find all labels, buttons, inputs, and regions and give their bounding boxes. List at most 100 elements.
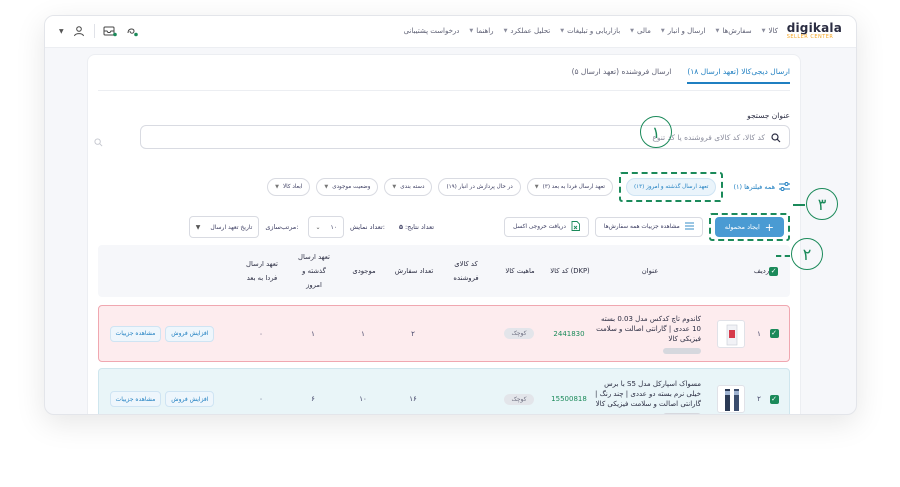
filter-chip-tomorrow[interactable]: تعهد ارسال فردا به بعد (۳) ▼ <box>526 178 613 196</box>
increase-sales-button[interactable]: افزایش فروش <box>165 325 215 342</box>
inbox-icon[interactable] <box>103 24 117 38</box>
view-details-button[interactable]: مشاهده جزییات <box>109 391 162 407</box>
past-today-count: ۶ <box>311 395 315 403</box>
filter-chip-stock-status[interactable]: وضعیت موجودی ▼ <box>316 178 379 196</box>
logo[interactable]: digikala SELLER CENTER <box>787 21 842 40</box>
nav-item-support[interactable]: درخواست پشتیبانی <box>404 27 460 35</box>
button-label: ایجاد محموله <box>724 223 760 231</box>
column-header: عنوان <box>641 267 659 275</box>
action-bar: + ایجاد محموله مشاهده جزییات همه سفارش‌ه… <box>188 213 790 241</box>
nav-item-finance[interactable]: مالی ▼ <box>630 27 651 35</box>
chevron-down-icon: ▼ <box>195 223 201 231</box>
nav-item-shipping[interactable]: ارسال و انبار ▼ <box>661 27 706 35</box>
product-title[interactable]: مسواک اسپارکل مدل S5 با برس خیلی نرم بست… <box>591 379 701 409</box>
search-icon[interactable] <box>771 128 781 147</box>
sort-select[interactable]: تاریخ تعهد ارسال ▼ <box>188 216 260 238</box>
tab-seller-shipping[interactable]: ارسال فروشنده (تعهد ارسال ۵) <box>572 67 672 84</box>
product-title-cell: مسواک اسپارکل مدل S5 با برس خیلی نرم بست… <box>591 369 701 414</box>
button-label: دریافت خروجی اکسل <box>513 224 566 230</box>
product-thumbnail-cell <box>713 369 749 414</box>
header-row-index: ردیف ✓ <box>744 245 784 297</box>
shipping-tabs: ارسال دیجی‌کالا (تعهد ارسال ۱۸) ارسال فر… <box>572 67 790 84</box>
filter-chip-dimensions[interactable]: ابعاد کالا ▼ <box>267 178 311 196</box>
search-box <box>140 125 790 149</box>
nav-item-products[interactable]: کالا ▼ <box>762 27 778 35</box>
past-today-count: ۱ <box>311 329 315 338</box>
product-nature-cell: کوچک <box>501 306 537 361</box>
product-title-cell: کاندوم تاچ کدکس مدل 0.03 بسته 10 عددی | … <box>591 306 701 361</box>
top-bar: digikala SELLER CENTER کالا ▼ سفارش‌ها ▼ ا… <box>45 16 856 48</box>
seller-code <box>443 369 487 414</box>
view-all-order-details-button[interactable]: مشاهده جزییات همه سفارش‌ها <box>594 217 703 237</box>
page-size-value: ۱۰ <box>330 223 337 231</box>
row-index: ۲ <box>757 395 761 403</box>
nav-label: ارسال و انبار <box>667 27 706 35</box>
chevron-down-icon: ▼ <box>469 28 474 34</box>
stock-count: ۱۰ <box>359 395 367 403</box>
redacted-text <box>663 413 701 414</box>
nav-label: درخواست پشتیبانی <box>403 27 460 35</box>
chevron-down-icon: ▼ <box>275 184 279 190</box>
row-checkbox[interactable]: ✓ <box>769 394 779 404</box>
sort-label: مرتب‌سازی: <box>265 223 299 231</box>
notification-icon[interactable] <box>125 24 139 38</box>
annotation-marker-2: ۲ <box>791 238 823 270</box>
nav-label: بازاریابی و تبلیغات <box>567 27 621 35</box>
chip-label: تعهد ارسال فردا به بعد (۳) <box>542 184 605 190</box>
product-thumbnail-cell <box>713 306 749 361</box>
row-actions: مشاهده جزییات افزایش فروش <box>107 369 217 414</box>
divider <box>93 24 95 38</box>
create-shipment-button[interactable]: + ایجاد محموله <box>714 217 784 237</box>
increase-sales-button[interactable]: افزایش فروش <box>165 391 215 407</box>
main-nav: کالا ▼ سفارش‌ها ▼ ارسال و انبار ▼ مالی ▼ باز… <box>404 27 778 35</box>
nature-badge: کوچک <box>504 393 534 405</box>
search-input[interactable] <box>185 132 765 142</box>
product-title[interactable]: کاندوم تاچ کدکس مدل 0.03 بسته 10 عددی | … <box>591 314 701 344</box>
product-thumbnail <box>717 319 745 348</box>
nav-item-orders[interactable]: سفارش‌ها ▼ <box>716 27 752 35</box>
annotation-marker-3: ۳ <box>806 188 838 220</box>
chevron-down-icon: ▼ <box>560 28 565 34</box>
nav-label: مالی <box>637 27 651 35</box>
dkp-code: 15500818 <box>551 395 587 403</box>
filter-chip-processing[interactable]: در حال پردازش در انبار (۱۹) <box>438 178 521 196</box>
chevron-down-icon: ▼ <box>392 184 397 190</box>
button-label: مشاهده جزییات همه سفارش‌ها <box>603 224 680 230</box>
filter-chip-category[interactable]: دسته بندی ▼ <box>384 178 433 196</box>
table-row: ✓ ۱ کاندوم تاچ کدکس مدل 0.03 بسته 10 عدد… <box>98 305 790 362</box>
filter-bar: همه فیلترها (۱) تعهد ارسال گذشته و امروز… <box>267 172 790 202</box>
column-header: ردیف <box>753 267 770 275</box>
excel-export-button[interactable]: دریافت خروجی اکسل <box>504 217 589 237</box>
divider <box>98 90 790 91</box>
chip-label: در حال پردازش در انبار (۱۹) <box>446 184 513 190</box>
tab-digikala-shipping[interactable]: ارسال دیجی‌کالا (تعهد ارسال ۱۸) <box>687 67 790 84</box>
column-header: کد کالا (DKP) <box>550 267 590 275</box>
nav-item-marketing[interactable]: بازاریابی و تبلیغات ▼ <box>560 27 620 35</box>
page-size-select[interactable]: ۱۰ ⌄ <box>308 216 344 238</box>
view-details-button[interactable]: مشاهده جزییات <box>109 325 162 342</box>
nav-label: تحلیل عملکرد <box>510 27 551 35</box>
user-icon[interactable] <box>72 24 86 38</box>
nav-item-analytics[interactable]: تحلیل عملکرد ▼ <box>504 27 551 35</box>
main-panel: ارسال دیجی‌کالا (تعهد ارسال ۱۸) ارسال فر… <box>87 54 801 414</box>
chevron-down-icon: ▼ <box>715 28 720 34</box>
filter-chip-past-today[interactable]: تعهد ارسال گذشته و امروز (۱۳) <box>625 178 717 196</box>
order-count: ۲ <box>411 329 415 338</box>
annotation-connector <box>793 204 805 206</box>
chevron-down-icon[interactable]: ▼ <box>59 28 64 35</box>
chevron-down-icon: ▼ <box>503 28 508 34</box>
row-checkbox[interactable]: ✓ <box>769 329 779 338</box>
row-checkbox-cell: ✓ <box>767 306 781 361</box>
sort-value: تاریخ تعهد ارسال <box>210 223 253 231</box>
search-label: عنوان جستجو <box>747 111 790 120</box>
logo-text: digikala <box>786 21 842 35</box>
product-thumbnail <box>717 385 745 413</box>
nav-label: کالا <box>768 27 778 35</box>
nav-item-help[interactable]: راهنما ▼ <box>469 27 493 35</box>
seller-code <box>443 306 487 361</box>
topbar-tools: ▼ <box>59 24 139 38</box>
all-filters-label: همه فیلترها (۱) <box>733 183 775 191</box>
nav-label: راهنما <box>476 27 494 35</box>
all-filters-button[interactable]: همه فیلترها (۱) <box>733 181 790 193</box>
select-all-checkbox[interactable]: ✓ <box>769 266 779 276</box>
